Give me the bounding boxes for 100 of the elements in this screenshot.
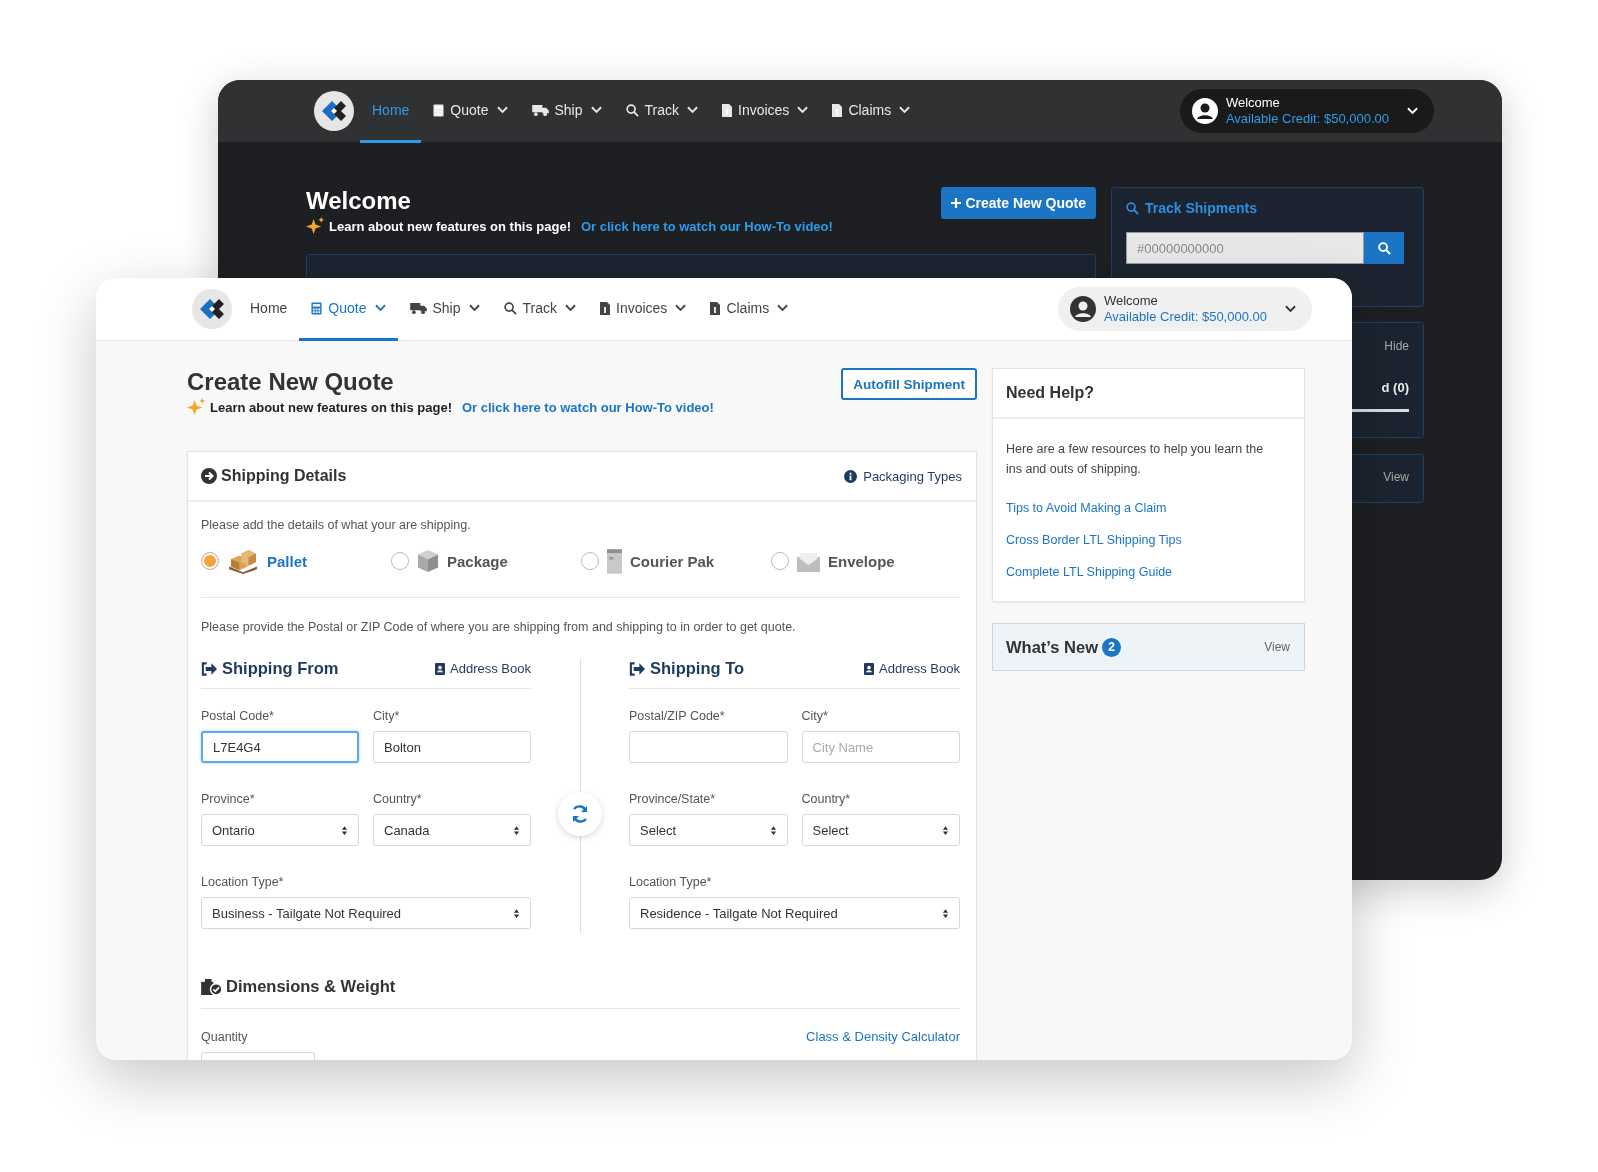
account-menu[interactable]: Welcome Available Credit: $50,000.00 <box>1057 287 1312 331</box>
address-book-link[interactable]: Address Book <box>435 661 531 676</box>
radio-button[interactable] <box>391 552 409 570</box>
select-dropdown[interactable]: Ontario <box>201 814 359 846</box>
input-field[interactable] <box>629 731 788 763</box>
autofill-button[interactable]: Autofill Shipment <box>841 368 977 400</box>
view-link[interactable]: View <box>1264 640 1290 654</box>
search-icon <box>503 301 517 315</box>
field-label: Postal Code* <box>201 709 275 723</box>
search-icon <box>1377 241 1391 255</box>
input-field[interactable]: L7E4G4 <box>201 731 359 763</box>
video-link[interactable]: Or click here to watch our How-To video! <box>462 400 714 415</box>
plus-icon <box>951 198 962 208</box>
panel-title: Track Shipments <box>1145 200 1258 216</box>
radio-button[interactable] <box>201 552 219 570</box>
chevron-down-icon <box>468 304 480 312</box>
field-label: City* <box>801 709 829 723</box>
nav-tab[interactable]: Track <box>491 278 588 341</box>
card-title: Need Help? <box>1006 384 1094 402</box>
packaging-types-link[interactable]: Packaging Types <box>844 468 962 484</box>
document-icon <box>722 103 732 117</box>
sign-out-arrow-icon <box>629 661 645 676</box>
help-link[interactable]: Tips to Avoid Making a Claim <box>1006 501 1280 515</box>
chevron-down-icon <box>797 106 809 114</box>
select-dropdown[interactable]: Select <box>801 814 960 846</box>
document-icon <box>832 103 843 117</box>
chevron-down-icon <box>1407 107 1418 115</box>
sign-out-arrow-icon <box>201 661 217 676</box>
nav-tab[interactable]: Home <box>238 278 300 341</box>
package-type-option[interactable]: Envelope <box>771 550 961 572</box>
search-button[interactable] <box>1364 232 1404 264</box>
address-book-icon <box>864 662 875 675</box>
nav-tab[interactable]: Track <box>613 80 710 143</box>
sort-arrows-icon <box>942 824 949 836</box>
help-link[interactable]: Cross Border LTL Shipping Tips <box>1006 533 1280 547</box>
nav-tab[interactable]: Claims <box>820 80 923 143</box>
select-dropdown[interactable]: Residence - Tailgate Not Required <box>629 897 960 929</box>
count-badge: 2 <box>1102 637 1121 657</box>
search-icon <box>625 103 639 117</box>
tracking-number-field[interactable]: #00000000000 <box>1126 232 1364 264</box>
sparkle-icon <box>187 398 206 417</box>
package-box-icon <box>417 549 439 573</box>
nav-tab[interactable]: Ship <box>397 278 492 341</box>
address-book-link[interactable]: Address Book <box>864 661 960 676</box>
package-type-option[interactable]: Package <box>391 549 581 573</box>
user-avatar-icon <box>1069 296 1096 322</box>
field-label: Province* <box>201 792 256 806</box>
pallet-boxes-icon <box>227 548 259 574</box>
feature-note: Learn about new features on this page! <box>329 219 571 234</box>
radio-button[interactable] <box>581 552 599 570</box>
refresh-icon <box>570 804 590 824</box>
help-link[interactable]: Complete LTL Shipping Guide <box>1006 565 1280 579</box>
section-title: Dimensions & Weight <box>226 977 396 996</box>
package-type-option[interactable]: Pallet <box>201 548 391 574</box>
radio-button[interactable] <box>771 552 789 570</box>
sort-arrows-icon <box>942 907 949 919</box>
nav-tab[interactable]: Invoices <box>710 80 821 143</box>
select-dropdown[interactable]: Canada <box>373 814 531 846</box>
instruction-text: Please provide the Postal or ZIP Code of where you are shipping from and shipping to in order to get quote. <box>201 620 797 634</box>
sort-arrows-icon <box>341 824 348 836</box>
hide-link[interactable]: Hide <box>1384 339 1409 353</box>
section-title: Shipping Details <box>221 467 347 485</box>
logo-icon[interactable] <box>192 289 232 329</box>
chevron-down-icon <box>374 304 386 312</box>
truck-icon <box>409 302 427 314</box>
video-link[interactable]: Or click here to watch our How-To video! <box>581 219 833 234</box>
field-label: Location Type* <box>629 875 713 889</box>
sort-arrows-icon <box>769 824 777 836</box>
input-field[interactable]: City Name <box>801 731 960 763</box>
field-label: Postal/ZIP Code* <box>629 709 726 723</box>
chevron-down-icon <box>590 106 602 114</box>
envelope-icon <box>797 550 820 572</box>
account-menu[interactable]: Welcome Available Credit: $50,000.00 <box>1179 89 1434 133</box>
calculator-link[interactable]: Class & Density Calculator <box>806 1029 960 1044</box>
logo-icon[interactable] <box>314 91 354 131</box>
nav-tab[interactable]: Quote <box>299 278 398 341</box>
swap-button[interactable] <box>558 792 602 836</box>
arrow-circle-icon <box>201 468 217 484</box>
instruction-text: Please add the details of what your are shipping. <box>201 518 472 532</box>
input-field[interactable]: Bolton <box>373 731 531 763</box>
panel-tab[interactable]: d (0) <box>1381 380 1409 395</box>
view-link[interactable]: View <box>1383 470 1409 484</box>
create-quote-button[interactable]: Create New Quote <box>941 187 1096 219</box>
select-dropdown[interactable]: Business - Tailgate Not Required <box>201 897 531 929</box>
select-dropdown[interactable]: Select <box>629 814 788 846</box>
calculator-icon <box>433 103 445 117</box>
field-label: City* <box>373 709 401 723</box>
calculator-icon <box>311 301 323 315</box>
feature-note: Learn about new features on this page! <box>210 400 452 415</box>
chevron-down-icon <box>1285 305 1296 313</box>
boxes-check-icon <box>201 978 222 995</box>
nav-tab[interactable]: Home <box>360 80 422 143</box>
courier-pak-icon <box>607 548 622 574</box>
nav-tab[interactable]: Invoices <box>588 278 699 341</box>
package-type-option[interactable]: Courier Pak <box>581 548 771 574</box>
nav-tab[interactable]: Quote <box>421 80 520 143</box>
nav-tab[interactable]: Claims <box>698 278 801 341</box>
nav-tab[interactable]: Ship <box>519 80 614 143</box>
truck-icon <box>531 104 549 116</box>
chevron-down-icon <box>675 304 687 312</box>
